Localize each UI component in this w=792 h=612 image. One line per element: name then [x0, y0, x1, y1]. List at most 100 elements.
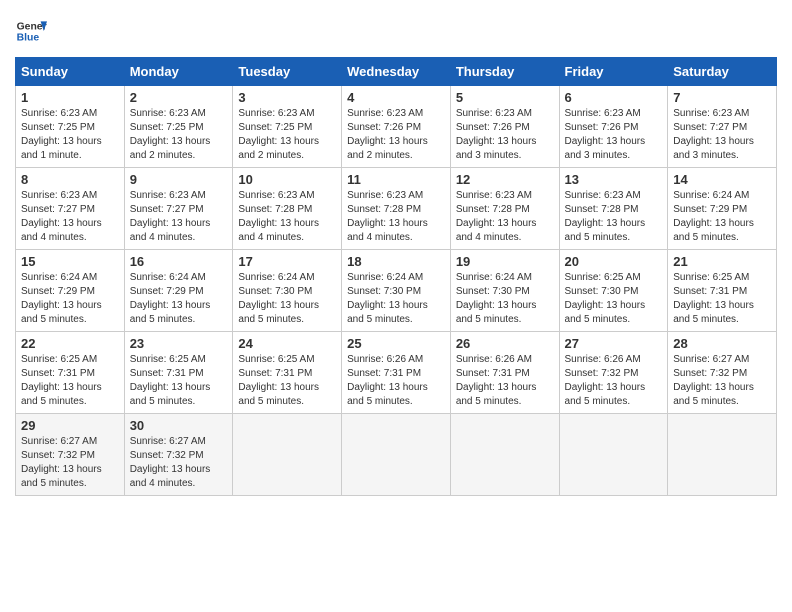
- day-number: 14: [673, 172, 771, 187]
- day-number: 22: [21, 336, 119, 351]
- day-number: 17: [238, 254, 336, 269]
- weekday-header: SundayMondayTuesdayWednesdayThursdayFrid…: [16, 58, 777, 86]
- day-cell: 9 Sunrise: 6:23 AMSunset: 7:27 PMDaylight…: [124, 168, 233, 250]
- day-cell: 29 Sunrise: 6:27 AMSunset: 7:32 PMDayligh…: [16, 414, 125, 496]
- week-row-3: 15 Sunrise: 6:24 AMSunset: 7:29 PMDayligh…: [16, 250, 777, 332]
- cell-info: Sunrise: 6:25 AMSunset: 7:31 PMDaylight:…: [130, 353, 228, 409]
- logo-icon: General Blue: [15, 15, 47, 47]
- day-number: 27: [565, 336, 663, 351]
- weekday-friday: Friday: [559, 58, 668, 86]
- day-number: 21: [673, 254, 771, 269]
- day-cell: 20 Sunrise: 6:25 AMSunset: 7:30 PMDayligh…: [559, 250, 668, 332]
- day-cell: 2 Sunrise: 6:23 AMSunset: 7:25 PMDaylight…: [124, 86, 233, 168]
- day-number: 12: [456, 172, 554, 187]
- cell-info: Sunrise: 6:25 AMSunset: 7:31 PMDaylight:…: [673, 271, 771, 327]
- day-number: 28: [673, 336, 771, 351]
- day-cell: 11Sunrise: 6:23 AMSunset: 7:28 PMDayligh…: [342, 168, 451, 250]
- weekday-monday: Monday: [124, 58, 233, 86]
- cell-info: Sunrise: 6:24 AMSunset: 7:29 PMDaylight:…: [21, 271, 119, 327]
- week-row-1: 1 Sunrise: 6:23 AMSunset: 7:25 PMDaylight…: [16, 86, 777, 168]
- cell-info: Sunrise: 6:23 AMSunset: 7:26 PMDaylight:…: [565, 107, 663, 163]
- day-number: 29: [21, 418, 119, 433]
- day-cell: [233, 414, 342, 496]
- day-cell: 18Sunrise: 6:24 AMSunset: 7:30 PMDayligh…: [342, 250, 451, 332]
- day-number: 3: [238, 90, 336, 105]
- calendar: SundayMondayTuesdayWednesdayThursdayFrid…: [15, 57, 777, 496]
- day-number: 7: [673, 90, 771, 105]
- day-cell: 27Sunrise: 6:26 AMSunset: 7:32 PMDayligh…: [559, 332, 668, 414]
- day-cell: 12 Sunrise: 6:23 AMSunset: 7:28 PMDayligh…: [450, 168, 559, 250]
- day-cell: [668, 414, 777, 496]
- day-cell: 21 Sunrise: 6:25 AMSunset: 7:31 PMDayligh…: [668, 250, 777, 332]
- weekday-thursday: Thursday: [450, 58, 559, 86]
- cell-info: Sunrise: 6:26 AMSunset: 7:31 PMDaylight:…: [347, 353, 445, 409]
- cell-info: Sunrise: 6:25 AMSunset: 7:30 PMDaylight:…: [565, 271, 663, 327]
- cell-info: Sunrise: 6:23 AMSunset: 7:27 PMDaylight:…: [130, 189, 228, 245]
- cell-info: Sunrise: 6:23 AMSunset: 7:27 PMDaylight:…: [21, 189, 119, 245]
- cell-info: Sunrise: 6:23 AMSunset: 7:28 PMDaylight:…: [565, 189, 663, 245]
- day-cell: 17 Sunrise: 6:24 AMSunset: 7:30 PMDayligh…: [233, 250, 342, 332]
- day-cell: 15 Sunrise: 6:24 AMSunset: 7:29 PMDayligh…: [16, 250, 125, 332]
- week-row-4: 22 Sunrise: 6:25 AMSunset: 7:31 PMDayligh…: [16, 332, 777, 414]
- svg-text:Blue: Blue: [17, 33, 40, 44]
- day-cell: 23Sunrise: 6:25 AMSunset: 7:31 PMDayligh…: [124, 332, 233, 414]
- day-number: 25: [347, 336, 445, 351]
- day-cell: 5Sunrise: 6:23 AMSunset: 7:26 PMDaylight…: [450, 86, 559, 168]
- day-cell: 6 Sunrise: 6:23 AMSunset: 7:26 PMDaylight…: [559, 86, 668, 168]
- cell-info: Sunrise: 6:27 AMSunset: 7:32 PMDaylight:…: [130, 435, 228, 491]
- cell-info: Sunrise: 6:25 AMSunset: 7:31 PMDaylight:…: [238, 353, 336, 409]
- cell-info: Sunrise: 6:23 AMSunset: 7:28 PMDaylight:…: [456, 189, 554, 245]
- cell-info: Sunrise: 6:23 AMSunset: 7:25 PMDaylight:…: [21, 107, 119, 163]
- day-cell: 13 Sunrise: 6:23 AMSunset: 7:28 PMDayligh…: [559, 168, 668, 250]
- cell-info: Sunrise: 6:24 AMSunset: 7:30 PMDaylight:…: [456, 271, 554, 327]
- day-cell: 10 Sunrise: 6:23 AMSunset: 7:28 PMDayligh…: [233, 168, 342, 250]
- day-cell: 24 Sunrise: 6:25 AMSunset: 7:31 PMDayligh…: [233, 332, 342, 414]
- day-number: 6: [565, 90, 663, 105]
- day-number: 30: [130, 418, 228, 433]
- weekday-tuesday: Tuesday: [233, 58, 342, 86]
- cell-info: Sunrise: 6:23 AMSunset: 7:28 PMDaylight:…: [347, 189, 445, 245]
- day-cell: 14 Sunrise: 6:24 AMSunset: 7:29 PMDayligh…: [668, 168, 777, 250]
- day-number: 2: [130, 90, 228, 105]
- day-cell: 22 Sunrise: 6:25 AMSunset: 7:31 PMDayligh…: [16, 332, 125, 414]
- logo: General Blue: [15, 15, 47, 47]
- day-number: 24: [238, 336, 336, 351]
- day-cell: 19 Sunrise: 6:24 AMSunset: 7:30 PMDayligh…: [450, 250, 559, 332]
- day-number: 9: [130, 172, 228, 187]
- weekday-wednesday: Wednesday: [342, 58, 451, 86]
- day-cell: 1 Sunrise: 6:23 AMSunset: 7:25 PMDaylight…: [16, 86, 125, 168]
- day-number: 10: [238, 172, 336, 187]
- day-number: 1: [21, 90, 119, 105]
- day-cell: 7 Sunrise: 6:23 AMSunset: 7:27 PMDaylight…: [668, 86, 777, 168]
- day-number: 16: [130, 254, 228, 269]
- cell-info: Sunrise: 6:26 AMSunset: 7:31 PMDaylight:…: [456, 353, 554, 409]
- day-cell: 4 Sunrise: 6:23 AMSunset: 7:26 PMDaylight…: [342, 86, 451, 168]
- cell-info: Sunrise: 6:24 AMSunset: 7:29 PMDaylight:…: [673, 189, 771, 245]
- day-number: 26: [456, 336, 554, 351]
- day-number: 4: [347, 90, 445, 105]
- day-cell: [342, 414, 451, 496]
- day-cell: [450, 414, 559, 496]
- day-number: 15: [21, 254, 119, 269]
- cell-info: Sunrise: 6:23 AMSunset: 7:25 PMDaylight:…: [238, 107, 336, 163]
- cell-info: Sunrise: 6:24 AMSunset: 7:29 PMDaylight:…: [130, 271, 228, 327]
- cell-info: Sunrise: 6:23 AMSunset: 7:27 PMDaylight:…: [673, 107, 771, 163]
- cell-info: Sunrise: 6:25 AMSunset: 7:31 PMDaylight:…: [21, 353, 119, 409]
- cell-info: Sunrise: 6:24 AMSunset: 7:30 PMDaylight:…: [238, 271, 336, 327]
- cell-info: Sunrise: 6:23 AMSunset: 7:28 PMDaylight:…: [238, 189, 336, 245]
- cell-info: Sunrise: 6:23 AMSunset: 7:26 PMDaylight:…: [347, 107, 445, 163]
- day-cell: 16 Sunrise: 6:24 AMSunset: 7:29 PMDayligh…: [124, 250, 233, 332]
- day-number: 8: [21, 172, 119, 187]
- day-cell: 3 Sunrise: 6:23 AMSunset: 7:25 PMDaylight…: [233, 86, 342, 168]
- day-cell: 26 Sunrise: 6:26 AMSunset: 7:31 PMDayligh…: [450, 332, 559, 414]
- header: General Blue: [15, 15, 777, 47]
- cell-info: Sunrise: 6:27 AMSunset: 7:32 PMDaylight:…: [21, 435, 119, 491]
- day-number: 20: [565, 254, 663, 269]
- day-cell: 25 Sunrise: 6:26 AMSunset: 7:31 PMDayligh…: [342, 332, 451, 414]
- week-row-5: 29 Sunrise: 6:27 AMSunset: 7:32 PMDayligh…: [16, 414, 777, 496]
- day-number: 5: [456, 90, 554, 105]
- day-cell: 28Sunrise: 6:27 AMSunset: 7:32 PMDayligh…: [668, 332, 777, 414]
- day-number: 19: [456, 254, 554, 269]
- cell-info: Sunrise: 6:23 AMSunset: 7:25 PMDaylight:…: [130, 107, 228, 163]
- day-number: 13: [565, 172, 663, 187]
